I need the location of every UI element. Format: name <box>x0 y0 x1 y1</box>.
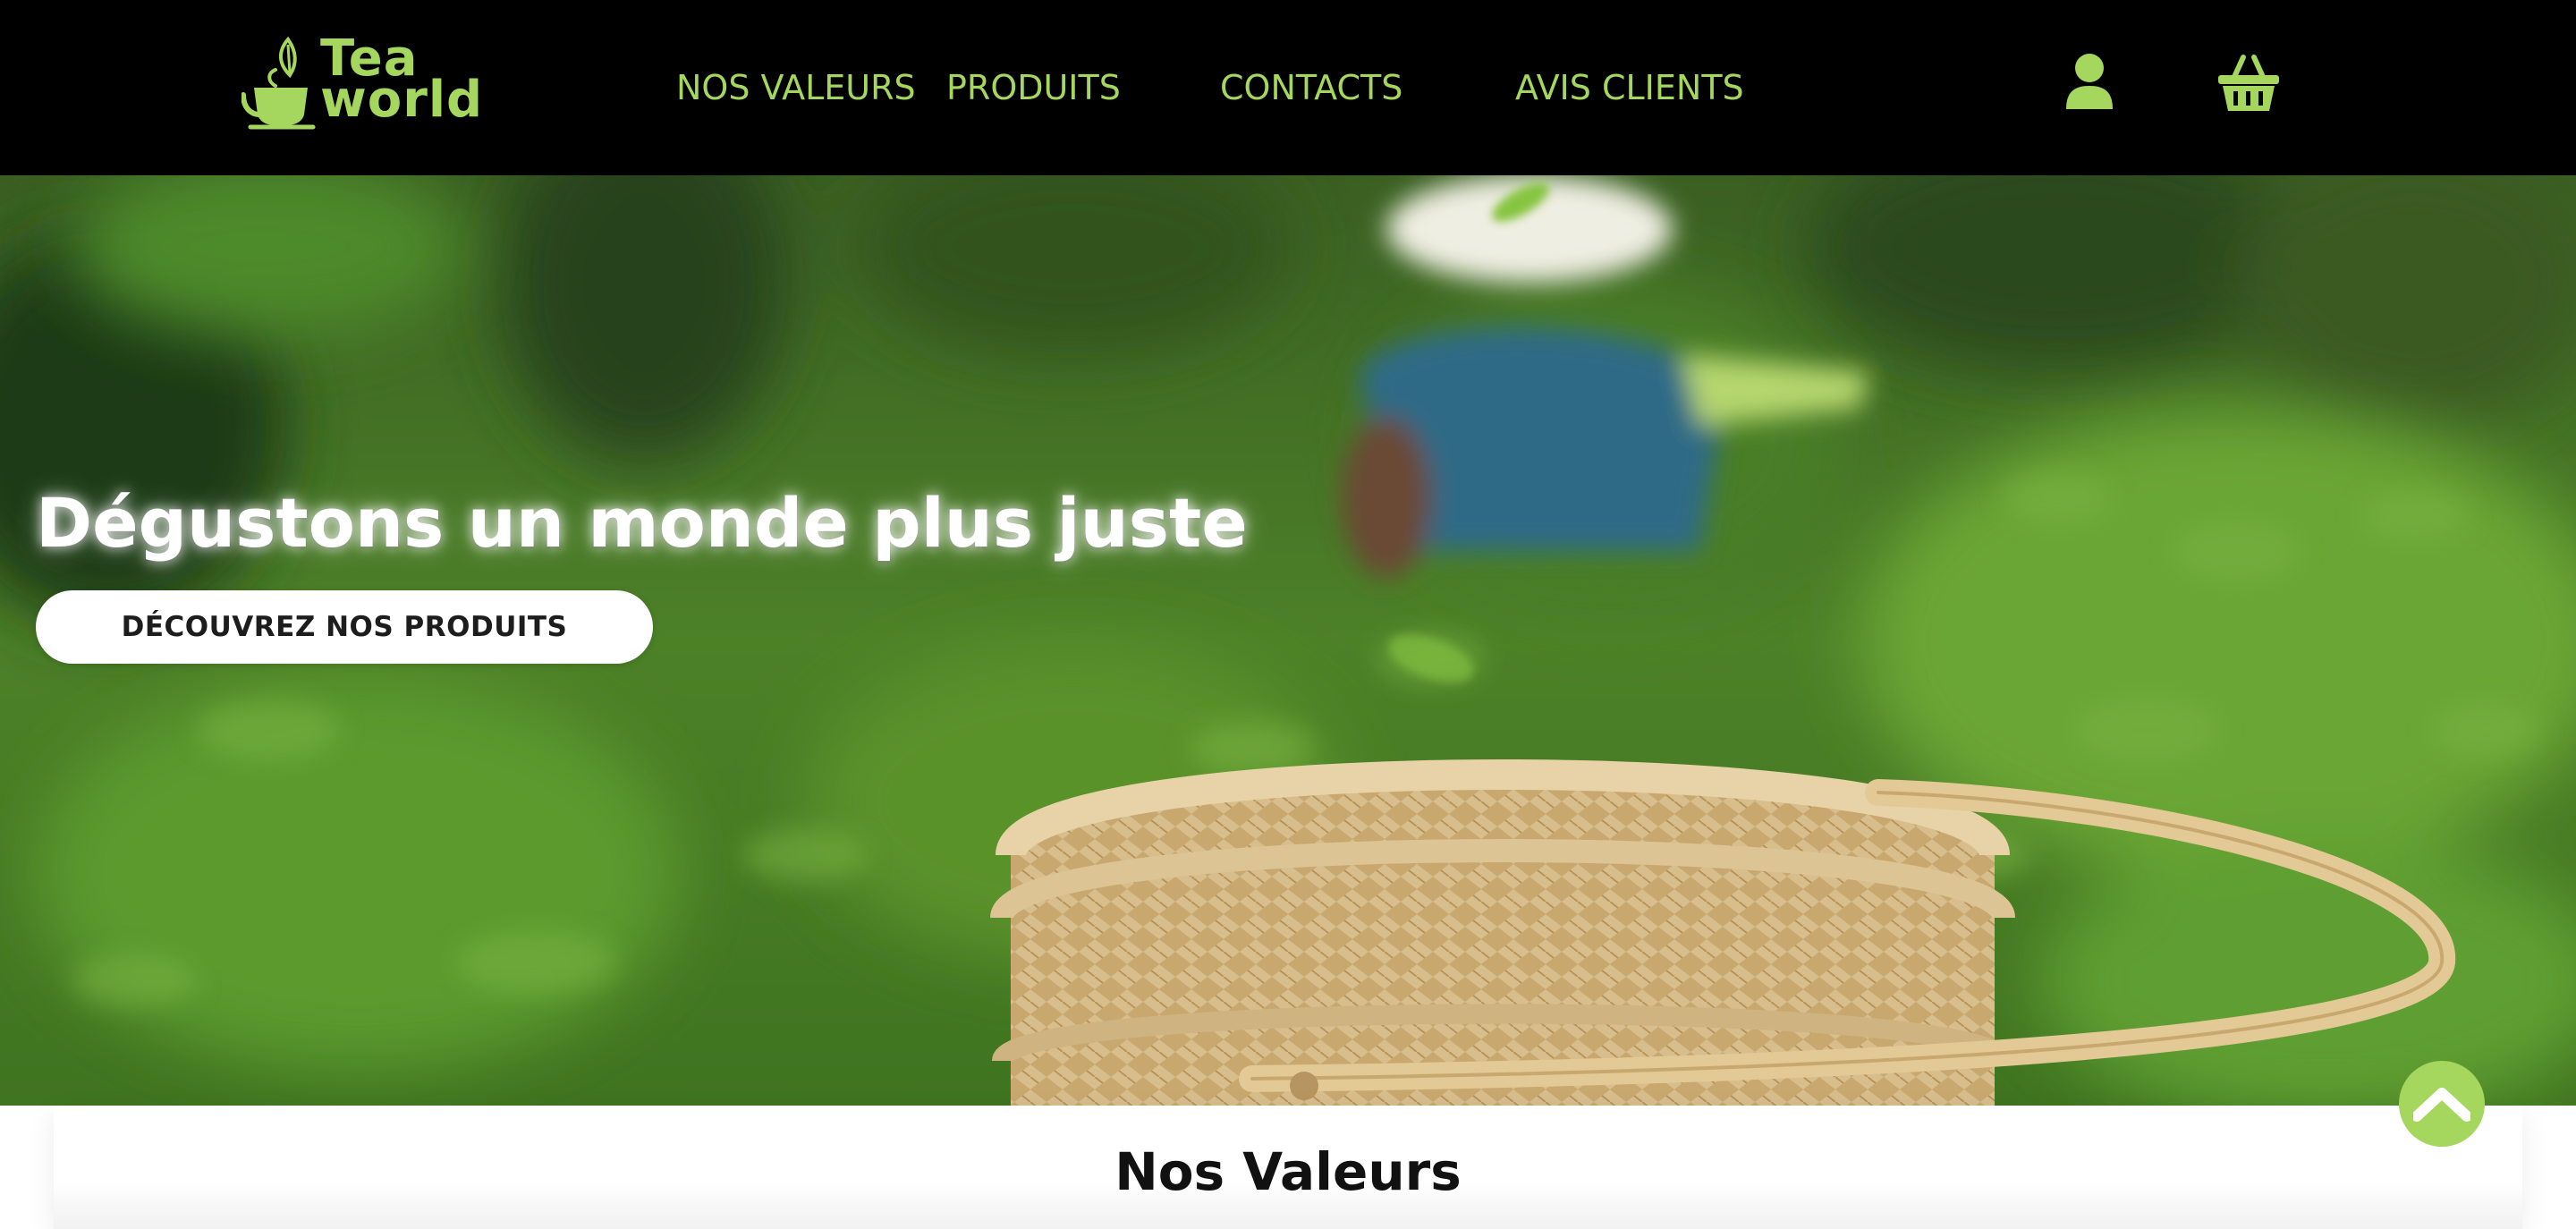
basket-icon <box>2218 55 2279 111</box>
chevron-up-icon <box>2413 1088 2470 1122</box>
values-section: Nos Valeurs <box>0 1106 2576 1229</box>
logo-word-world: world <box>320 71 484 129</box>
cart-button[interactable] <box>2215 50 2283 118</box>
tea-world-logo[interactable]: Tea world <box>242 32 482 131</box>
hero-title: Dégustons un monde plus juste <box>36 483 1248 563</box>
user-icon <box>2066 54 2113 109</box>
discover-products-button[interactable]: DÉCOUVREZ NOS PRODUITS <box>36 590 653 664</box>
nav-item-nos-valeurs[interactable]: NOS VALEURS <box>676 59 946 116</box>
user-account-button[interactable] <box>2055 50 2123 118</box>
nav-item-contacts[interactable]: CONTACTS <box>1220 59 1515 116</box>
site-header: Tea world NOS VALEURS PRODUITS CONTACTS … <box>0 0 2576 175</box>
main-nav: NOS VALEURS PRODUITS CONTACTS AVIS CLIEN… <box>676 59 1757 116</box>
hero-banner: Dégustons un monde plus juste DÉCOUVREZ … <box>0 175 2576 1106</box>
teacup-icon <box>242 36 316 130</box>
nav-item-avis-clients[interactable]: AVIS CLIENTS <box>1515 59 1757 116</box>
scroll-to-top-button[interactable] <box>2399 1061 2485 1147</box>
nav-item-produits[interactable]: PRODUITS <box>946 59 1220 116</box>
section-title: Nos Valeurs <box>1114 1141 1462 1202</box>
